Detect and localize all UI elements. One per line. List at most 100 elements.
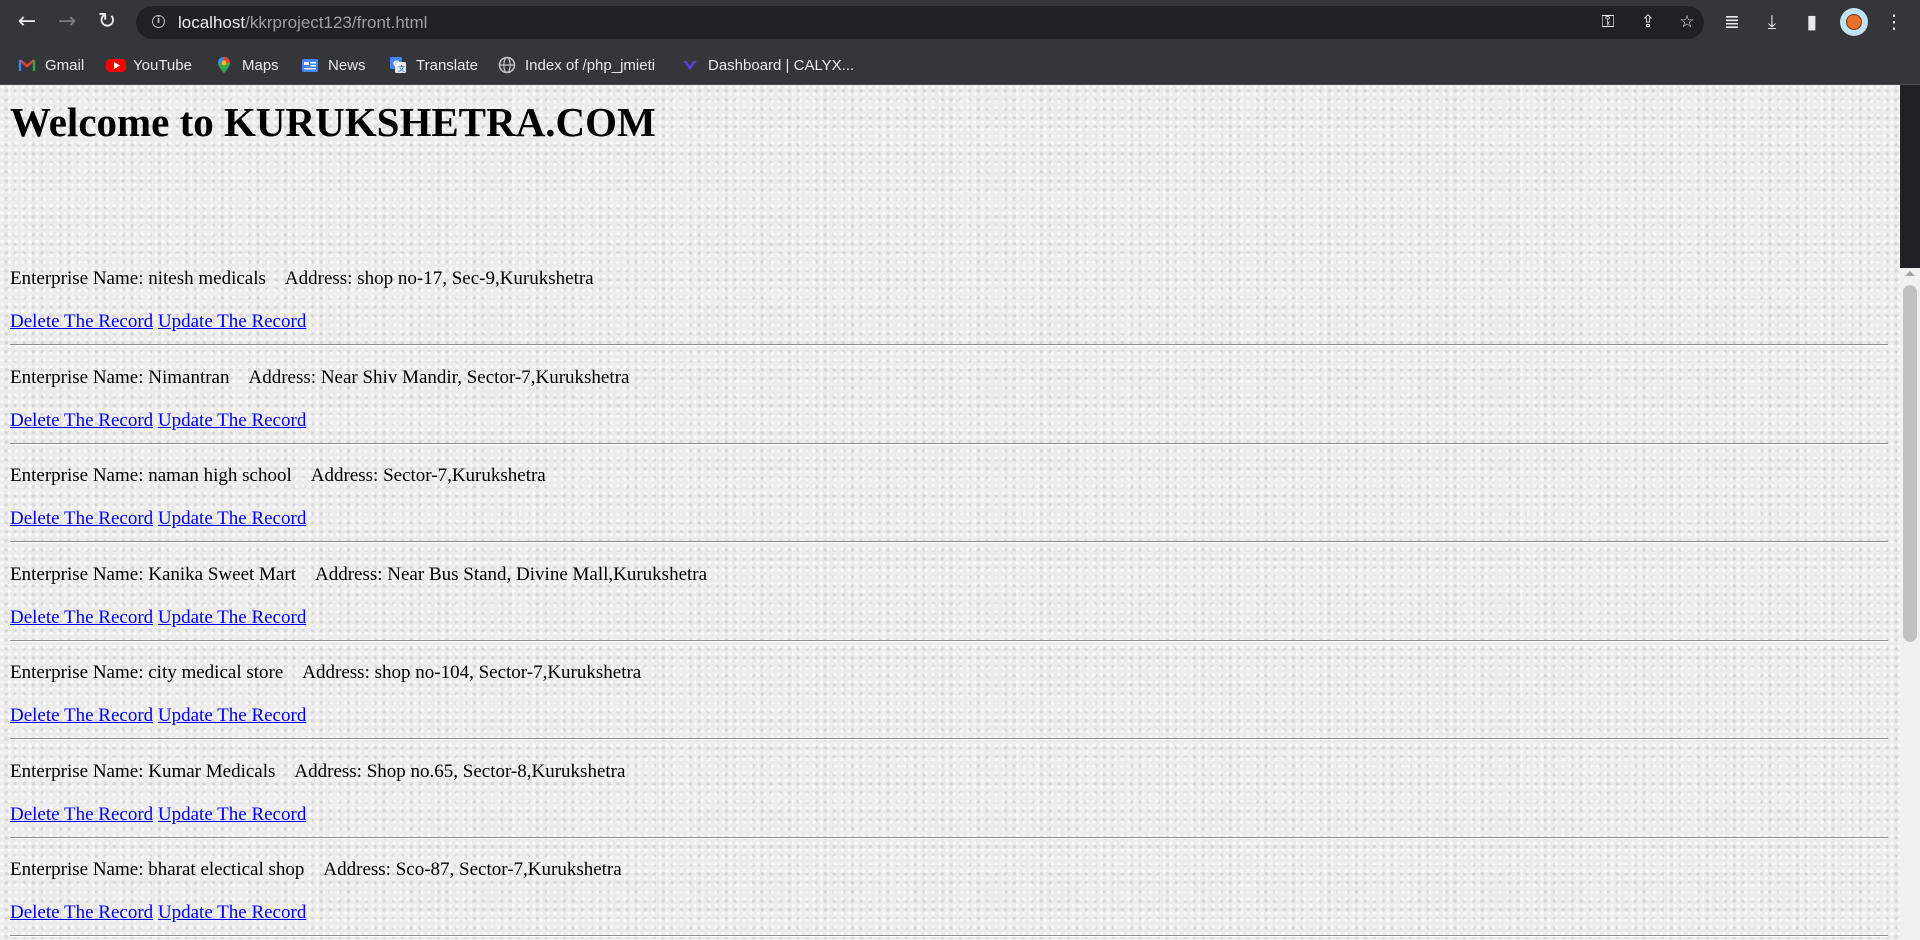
bookmark-gmail[interactable]: Gmail	[18, 54, 84, 76]
record-divider	[10, 344, 1888, 346]
page-heading: Welcome to KURUKSHETRA.COM	[10, 99, 656, 145]
record-item: Enterprise Name: Nimantran Address: Near…	[10, 367, 1888, 466]
delete-record-link[interactable]: Delete The Record	[10, 804, 153, 825]
bookmark-label: Index of /php_jmieti	[525, 56, 656, 74]
side-panel-icon[interactable]: ▮	[1798, 8, 1826, 36]
globe-icon	[498, 56, 516, 74]
enterprise-name-label: Enterprise Name:	[10, 563, 149, 585]
menu-kebab-icon[interactable]: ⋮	[1880, 8, 1908, 36]
record-actions: Delete The Record Update The Record	[10, 508, 306, 530]
bookmarks-bar: Gmail YouTube Maps News G文 Translate Ind…	[0, 45, 1920, 85]
address-label: Address:	[302, 662, 375, 683]
delete-record-link[interactable]: Delete The Record	[10, 311, 153, 332]
enterprise-name-value: Kumar Medicals	[148, 760, 276, 782]
record-divider	[10, 442, 1888, 445]
forward-arrow-icon[interactable]: →	[53, 8, 81, 36]
address-value: Shop no.65, Sector-8,Kurukshetra	[366, 760, 626, 782]
update-record-link[interactable]: Update The Record	[158, 705, 306, 726]
address-value: Near Shiv Mandir, Sector-7,Kurukshetra	[320, 366, 630, 388]
address-value: Sector-7,Kurukshetra	[383, 465, 546, 486]
bookmark-index-php-jmieti[interactable]: Index of /php_jmieti	[498, 54, 655, 76]
delete-record-link[interactable]: Delete The Record	[10, 508, 153, 529]
address-label: Address:	[310, 465, 384, 486]
update-record-link[interactable]: Update The Record	[158, 311, 306, 332]
record-info: Enterprise Name: nitesh medicals Address…	[10, 268, 594, 290]
record-list: Enterprise Name: nitesh medicals Address…	[10, 268, 1888, 940]
bookmark-star-icon[interactable]: ☆	[1675, 10, 1699, 34]
translate-icon: G文	[389, 56, 407, 74]
address-value: Sco-87, Sector-7,Kurukshetra	[395, 859, 622, 880]
url-text[interactable]: localhost/kkrproject123/front.html	[178, 13, 427, 33]
record-actions: Delete The Record Update The Record	[10, 804, 306, 826]
bookmark-youtube[interactable]: YouTube	[106, 54, 192, 76]
record-divider	[10, 738, 1888, 740]
address-label: Address:	[284, 268, 358, 289]
download-icon[interactable]: ⤓	[1758, 8, 1786, 36]
browser-toolbar: ← → ↻ i localhost/kkrproject123/front.ht…	[0, 0, 1920, 45]
record-item: Enterprise Name: naman high school Addre…	[10, 465, 1888, 564]
delete-record-link[interactable]: Delete The Record	[10, 410, 153, 431]
address-label: Address:	[294, 760, 367, 782]
record-item: Enterprise Name: city medical store Addr…	[10, 662, 1888, 761]
back-arrow-icon[interactable]: ←	[13, 8, 41, 36]
bookmark-label: Dashboard | CALYX...	[708, 56, 855, 74]
record-info: Enterprise Name: bharat electical shop A…	[10, 859, 622, 881]
scrollbar-thumb[interactable]	[1903, 285, 1917, 642]
vertical-scrollbar[interactable]	[1900, 268, 1920, 940]
address-value: Near Bus Stand, Divine Mall,Kurukshetra	[387, 563, 708, 585]
record-item: Enterprise Name: bharat electical shop A…	[10, 859, 1888, 940]
media-queue-icon[interactable]: ≣	[1718, 8, 1746, 36]
bookmark-label: YouTube	[133, 56, 192, 74]
record-actions: Delete The Record Update The Record	[10, 705, 306, 727]
record-info: Enterprise Name: naman high school Addre…	[10, 465, 546, 487]
reload-icon[interactable]: ↻	[93, 8, 121, 36]
enterprise-name-value: city medical store	[148, 662, 284, 683]
delete-record-link[interactable]: Delete The Record	[10, 705, 153, 726]
record-actions: Delete The Record Update The Record	[10, 607, 306, 629]
address-bar[interactable]: i localhost/kkrproject123/front.html ⚿ ⇪…	[136, 6, 1704, 39]
enterprise-name-value: nitesh medicals	[148, 268, 266, 289]
bookmark-maps[interactable]: Maps	[215, 54, 279, 76]
update-record-link[interactable]: Update The Record	[158, 607, 306, 628]
youtube-icon	[106, 56, 126, 74]
update-record-link[interactable]: Update The Record	[158, 804, 306, 825]
record-divider	[10, 541, 1888, 543]
bookmark-news[interactable]: News	[301, 54, 366, 76]
address-label: Address:	[314, 563, 388, 585]
delete-record-link[interactable]: Delete The Record	[10, 902, 153, 923]
site-info-icon[interactable]: i	[152, 15, 165, 28]
share-icon[interactable]: ⇪	[1636, 10, 1660, 34]
basketball-icon	[1846, 14, 1862, 30]
delete-record-link[interactable]: Delete The Record	[10, 607, 153, 628]
enterprise-name-label: Enterprise Name:	[10, 268, 149, 289]
enterprise-name-label: Enterprise Name:	[10, 859, 149, 880]
record-info: Enterprise Name: Kumar Medicals Address:…	[10, 761, 625, 783]
record-actions: Delete The Record Update The Record	[10, 410, 306, 432]
update-record-link[interactable]: Update The Record	[158, 410, 306, 431]
record-divider	[10, 935, 1888, 937]
address-value: shop no-104, Sector-7,Kurukshetra	[374, 662, 642, 683]
profile-avatar[interactable]	[1840, 8, 1868, 36]
gmail-icon	[18, 56, 36, 74]
svg-text:文: 文	[398, 64, 406, 73]
enterprise-name-label: Enterprise Name:	[10, 465, 149, 486]
enterprise-name-value: bharat electical shop	[148, 859, 305, 880]
maps-icon	[215, 56, 233, 74]
update-record-link[interactable]: Update The Record	[158, 902, 306, 923]
page-content: Welcome to KURUKSHETRA.COM Enterprise Na…	[0, 85, 1900, 940]
enterprise-name-value: Nimantran	[148, 366, 230, 388]
address-label: Address:	[248, 366, 321, 388]
scroll-up-arrow-icon[interactable]	[1905, 271, 1915, 276]
update-record-link[interactable]: Update The Record	[158, 508, 306, 529]
bookmark-label: Maps	[242, 56, 279, 74]
bookmark-translate[interactable]: G文 Translate	[389, 54, 478, 76]
url-host: localhost	[178, 13, 246, 32]
bookmark-label: Translate	[416, 56, 478, 74]
record-info: Enterprise Name: city medical store Addr…	[10, 662, 641, 684]
record-info: Enterprise Name: Nimantran Address: Near…	[10, 367, 629, 389]
record-actions: Delete The Record Update The Record	[10, 311, 306, 333]
calyx-icon	[681, 56, 699, 74]
record-item: Enterprise Name: Kumar Medicals Address:…	[10, 761, 1888, 860]
bookmark-dashboard-calyx[interactable]: Dashboard | CALYX...	[681, 54, 854, 76]
key-icon[interactable]: ⚿	[1596, 10, 1620, 34]
